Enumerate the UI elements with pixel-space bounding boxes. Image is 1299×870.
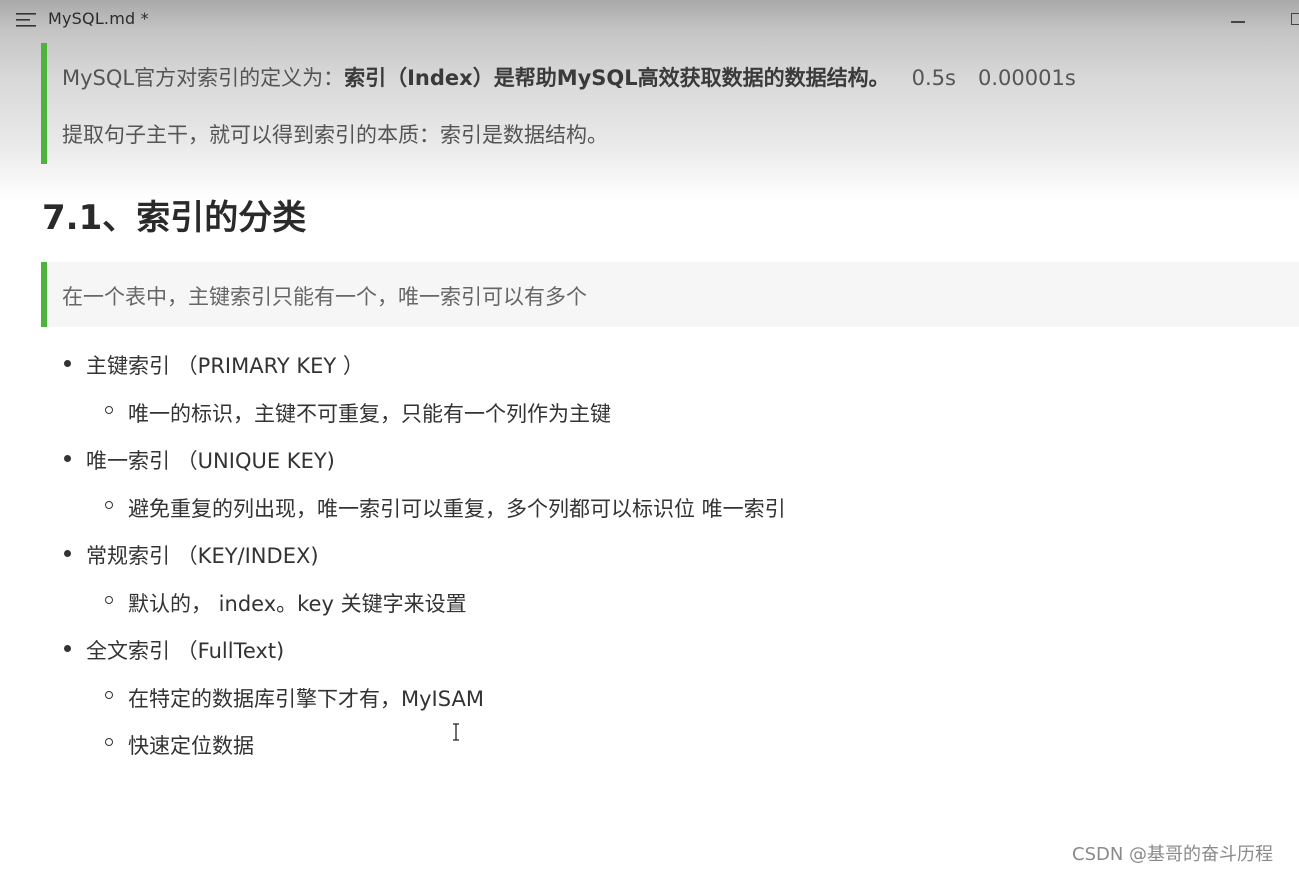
sublist-bullet [105, 406, 113, 414]
document-title: MySQL.md * [48, 9, 149, 28]
list-item: 唯一索引 （UNIQUE KEY) [86, 449, 335, 473]
section-heading: 7.1、索引的分类 [42, 198, 307, 238]
minimize-icon[interactable] [1231, 21, 1245, 23]
watermark: CSDN @基哥的奋斗历程 [1072, 844, 1274, 865]
document-content[interactable]: MySQL官方对索引的定义为：索引（Index）是帮助MySQL高效获取数据的数… [0, 0, 1299, 870]
maximize-icon[interactable] [1291, 13, 1299, 25]
note-text: 在一个表中，主键索引只能有一个，唯一索引可以有多个 [62, 285, 587, 309]
time-value-1: 0.5s [911, 66, 956, 90]
list-item: 主键索引 （PRIMARY KEY ） [86, 354, 364, 378]
time-value-2: 0.00001s [977, 66, 1076, 90]
list-bullet [64, 360, 71, 367]
sublist-bullet [105, 501, 113, 509]
list-bullet [64, 550, 71, 557]
editor-window: MySQL.md * MySQL官方对索引的定义为：索引（Index）是帮助My… [0, 0, 1299, 870]
sublist-bullet [105, 738, 113, 746]
sublist-item: 快速定位数据 [128, 734, 254, 758]
list-item: 全文索引 （FullText) [86, 639, 285, 663]
definition-bold: 索引（Index）是帮助MySQL高效获取数据的数据结构。 [344, 66, 890, 90]
list-bullet [64, 645, 71, 652]
hamburger-menu-icon[interactable] [16, 12, 38, 28]
text-cursor-icon [453, 723, 459, 741]
sublist-item: 避免重复的列出现，唯一索引可以重复，多个列都可以标识位 唯一索引 [128, 497, 786, 521]
essence-line: 提取句子主干，就可以得到索引的本质：索引是数据结构。 [62, 123, 608, 147]
list-item: 常规索引 （KEY/INDEX) [86, 544, 319, 568]
sublist-item: 默认的， index。key 关键字来设置 [128, 592, 467, 616]
definition-line: MySQL官方对索引的定义为：索引（Index）是帮助MySQL高效获取数据的数… [62, 62, 1076, 92]
sublist-bullet [105, 691, 113, 699]
sublist-item: 在特定的数据库引擎下才有，MyISAM [128, 687, 484, 711]
sublist-item: 唯一的标识，主键不可重复，只能有一个列作为主键 [128, 402, 611, 426]
title-bar: MySQL.md * [0, 0, 1299, 40]
definition-prefix: MySQL官方对索引的定义为： [62, 66, 345, 90]
sublist-bullet [105, 596, 113, 604]
list-bullet [64, 455, 71, 462]
